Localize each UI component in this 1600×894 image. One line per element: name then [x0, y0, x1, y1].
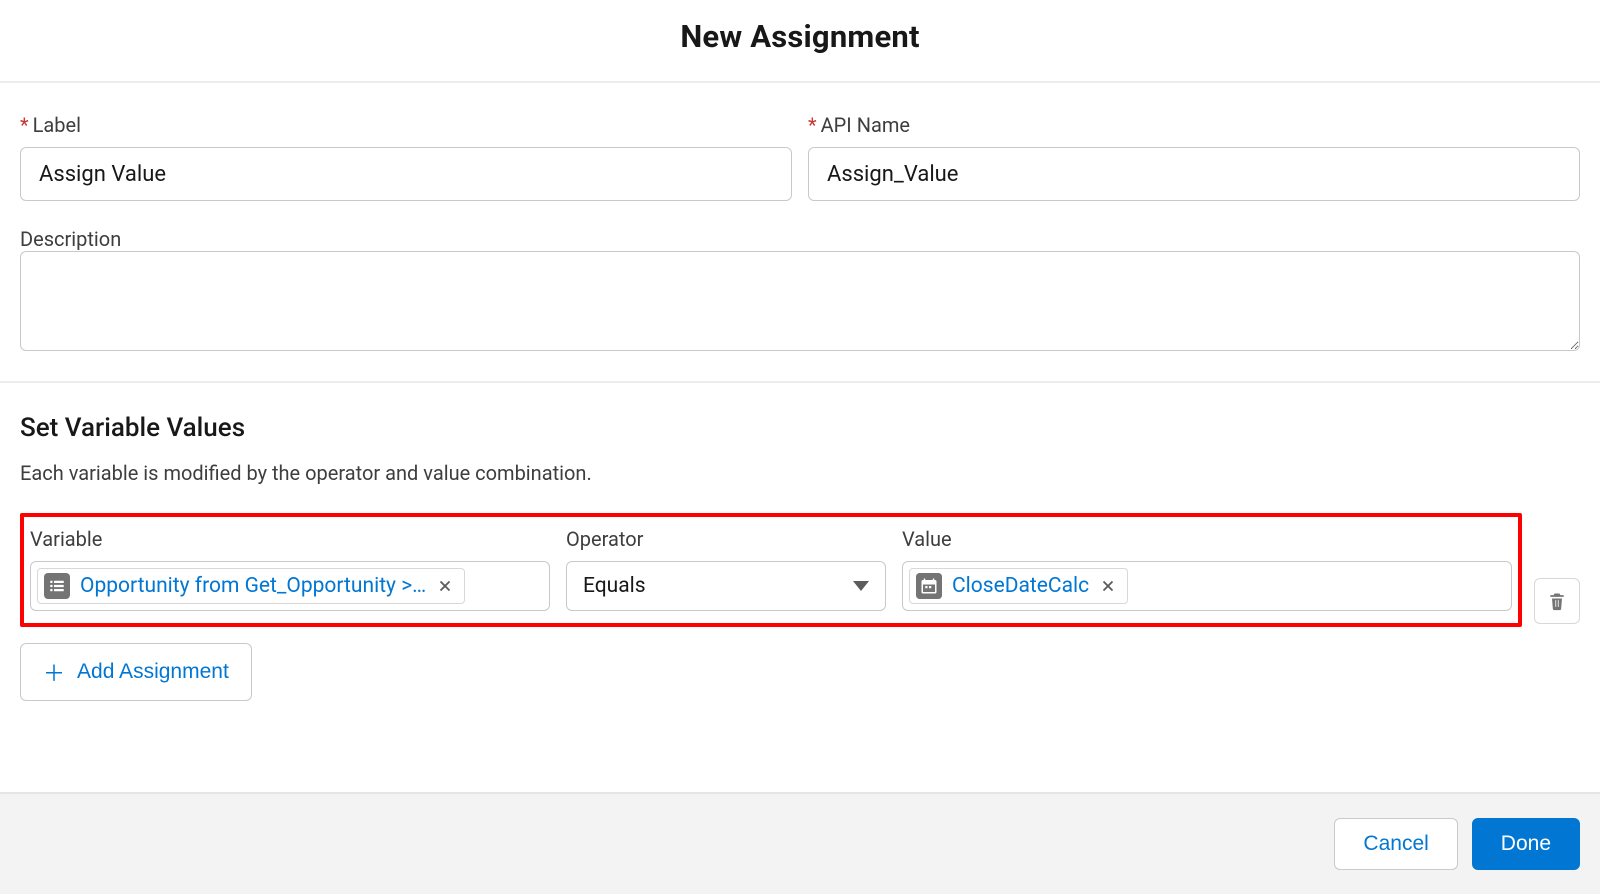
- variable-pill-text: Opportunity from Get_Opportunity >…: [80, 574, 426, 598]
- variable-column: Variable Opportunity from Get_Opportunit…: [30, 527, 550, 611]
- delete-assignment-button[interactable]: [1534, 578, 1580, 624]
- value-pill-remove-icon[interactable]: [1099, 577, 1117, 595]
- assignment-highlight-box: Variable Opportunity from Get_Opportunit…: [20, 513, 1522, 627]
- api-name-input[interactable]: [808, 147, 1580, 201]
- add-assignment-label: Add Assignment: [77, 660, 229, 684]
- operator-column: Operator Equals: [566, 527, 886, 611]
- variable-pill-remove-icon[interactable]: [436, 577, 454, 595]
- new-assignment-modal: New Assignment *Label *API Name Descript…: [0, 0, 1600, 894]
- section-helper-text: Each variable is modified by the operato…: [20, 461, 1580, 485]
- value-column: Value CloseDateCalc: [902, 527, 1512, 611]
- description-textarea[interactable]: [20, 251, 1580, 351]
- section-divider: [0, 381, 1600, 383]
- add-assignment-button[interactable]: ＋ Add Assignment: [20, 643, 252, 701]
- value-pill: CloseDateCalc: [909, 568, 1128, 604]
- description-field-container: Description: [20, 227, 1580, 355]
- name-row: *Label *API Name: [20, 113, 1580, 201]
- variable-picker[interactable]: Opportunity from Get_Opportunity >…: [30, 561, 550, 611]
- operator-column-label: Operator: [566, 527, 886, 551]
- modal-header: New Assignment: [0, 0, 1600, 83]
- trash-icon: [1547, 591, 1567, 611]
- label-field-container: *Label: [20, 113, 792, 201]
- chevron-down-icon: [853, 581, 869, 591]
- variable-pill: Opportunity from Get_Opportunity >…: [37, 568, 465, 604]
- variable-column-label: Variable: [30, 527, 550, 551]
- cancel-button[interactable]: Cancel: [1334, 818, 1457, 870]
- assignment-row-wrapper: Variable Opportunity from Get_Opportunit…: [20, 513, 1580, 627]
- list-icon: [44, 573, 70, 599]
- api-name-field-container: *API Name: [808, 113, 1580, 201]
- api-name-text: API Name: [821, 113, 910, 137]
- value-column-label: Value: [902, 527, 1512, 551]
- set-variable-values-heading: Set Variable Values: [20, 413, 1580, 443]
- operator-selected-value: Equals: [583, 574, 646, 598]
- required-asterisk: *: [20, 113, 29, 137]
- done-button[interactable]: Done: [1472, 818, 1580, 870]
- description-label: Description: [20, 227, 121, 251]
- label-text: Label: [33, 113, 81, 137]
- plus-icon: ＋: [43, 656, 65, 688]
- modal-body: *Label *API Name Description Set Variabl…: [0, 83, 1600, 792]
- modal-footer: Cancel Done: [0, 792, 1600, 894]
- value-picker[interactable]: CloseDateCalc: [902, 561, 1512, 611]
- required-asterisk: *: [808, 113, 817, 137]
- assignment-grid: Variable Opportunity from Get_Opportunit…: [30, 527, 1512, 611]
- api-name-field-label: *API Name: [808, 113, 1580, 137]
- value-pill-text: CloseDateCalc: [952, 574, 1089, 598]
- operator-select[interactable]: Equals: [566, 561, 886, 611]
- modal-title: New Assignment: [0, 18, 1600, 55]
- label-field-label: *Label: [20, 113, 792, 137]
- label-input[interactable]: [20, 147, 792, 201]
